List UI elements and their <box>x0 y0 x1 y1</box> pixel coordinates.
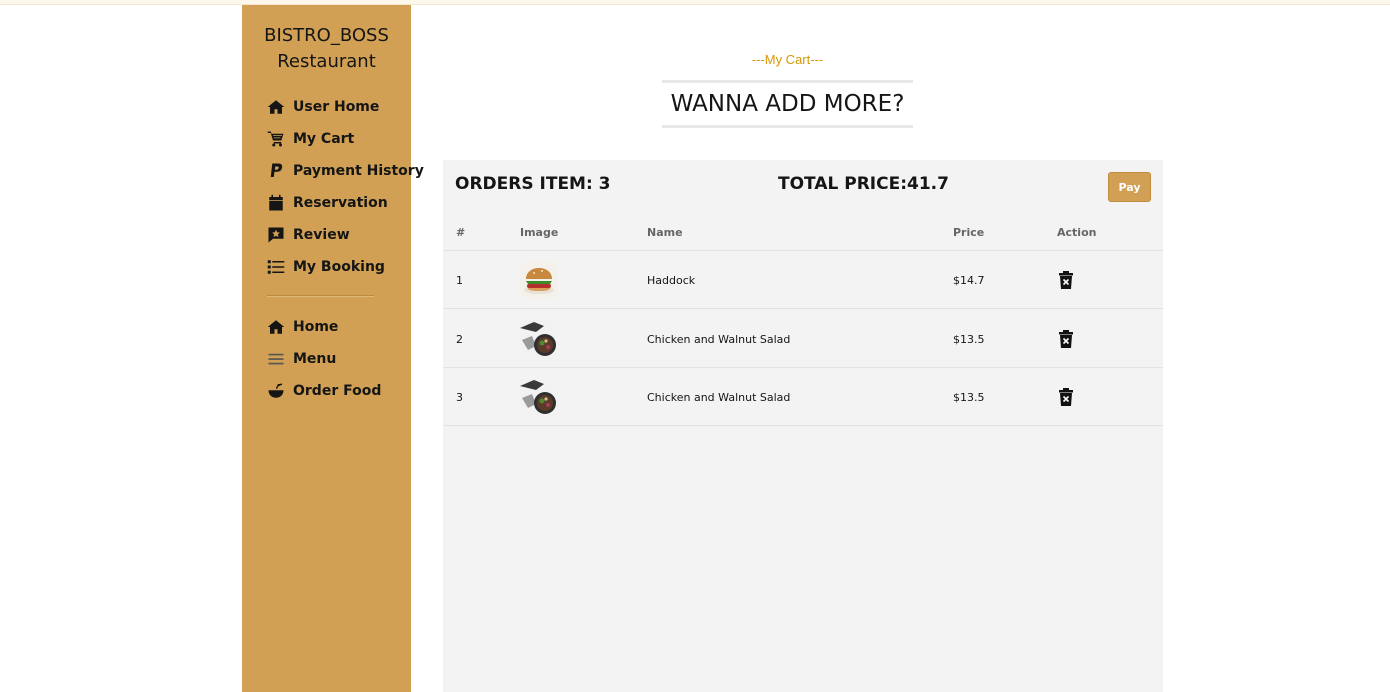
sidebar-item-label: Reservation <box>293 195 388 211</box>
burger-thumbnail <box>520 261 558 299</box>
delete-button[interactable] <box>1058 330 1074 348</box>
column-header-image: Image <box>520 226 559 239</box>
row-name: Chicken and Walnut Salad <box>647 333 791 346</box>
house-icon <box>267 318 285 336</box>
sidebar-item-label: My Booking <box>293 259 385 275</box>
total-price: TOTAL PRICE:41.7 <box>778 174 949 194</box>
top-border <box>0 0 1390 5</box>
brand-name: BISTRO_BOSS <box>264 25 389 46</box>
sidebar-item-label: My Cart <box>293 131 355 147</box>
trash-icon <box>1059 330 1073 348</box>
sidebar: BISTRO_BOSS Restaurant User Home My Cart… <box>242 5 424 692</box>
sidebar-item-my-cart[interactable]: My Cart <box>267 128 354 150</box>
sidebar-item-label: Home <box>293 319 339 335</box>
salad-thumbnail <box>520 320 558 358</box>
column-header-index: # <box>456 226 466 239</box>
cart-icon <box>267 130 285 148</box>
brand-logo: BISTRO_BOSS Restaurant <box>242 23 411 75</box>
delete-button[interactable] <box>1058 271 1074 289</box>
row-index: 3 <box>456 391 463 404</box>
row-price: $13.5 <box>953 333 985 346</box>
table-row: 3 Chicken and Walnut Salad $13.5 <box>443 368 1163 426</box>
row-index: 2 <box>456 333 463 346</box>
menu-icon <box>267 350 285 368</box>
row-name: Haddock <box>647 274 696 287</box>
column-header-name: Name <box>647 226 683 239</box>
bowl-icon <box>267 382 285 400</box>
house-icon <box>267 98 285 116</box>
table-row: 1 Haddock $14.7 <box>443 251 1163 309</box>
trash-icon <box>1059 271 1073 289</box>
table-header: # Image Name Price Action <box>443 220 1163 251</box>
sidebar-item-order-food[interactable]: Order Food <box>267 380 381 402</box>
sidebar-item-home[interactable]: Home <box>267 316 338 338</box>
sidebar-item-menu[interactable]: Menu <box>267 348 336 370</box>
sidebar-item-my-booking[interactable]: My Booking <box>267 256 385 278</box>
sidebar-item-review[interactable]: Review <box>267 224 350 246</box>
section-subtitle: ---My Cart--- <box>751 52 824 67</box>
delete-button[interactable] <box>1058 388 1074 406</box>
pay-button[interactable]: Pay <box>1108 172 1151 202</box>
sidebar-item-label: Payment History <box>293 163 424 179</box>
table-row: 2 Chicken and Walnut Salad $13.5 <box>443 310 1163 368</box>
column-header-action: Action <box>1057 226 1097 239</box>
section-heading-box: WANNA ADD MORE? <box>662 80 913 128</box>
calendar-icon <box>267 194 285 212</box>
orders-count: ORDERS ITEM: 3 <box>455 174 611 194</box>
sidebar-item-label: Review <box>293 227 350 243</box>
row-price: $14.7 <box>953 274 985 287</box>
sidebar-item-label: User Home <box>293 99 380 115</box>
review-icon <box>267 226 285 244</box>
sidebar-item-user-home[interactable]: User Home <box>267 96 379 118</box>
salad-thumbnail <box>520 378 558 416</box>
sidebar-item-label: Order Food <box>293 383 382 399</box>
sidebar-item-reservation[interactable]: Reservation <box>267 192 388 214</box>
sidebar-item-label: Menu <box>293 351 337 367</box>
trash-icon <box>1059 388 1073 406</box>
sidebar-item-payment-history[interactable]: Payment History <box>267 160 424 182</box>
paypal-icon <box>267 162 285 180</box>
row-index: 1 <box>456 274 463 287</box>
row-price: $13.5 <box>953 391 985 404</box>
column-header-price: Price <box>953 226 985 239</box>
cart-panel: ORDERS ITEM: 3 TOTAL PRICE:41.7 Pay # Im… <box>443 160 1163 692</box>
list-icon <box>267 258 285 276</box>
sidebar-divider <box>267 295 374 297</box>
page-title: WANNA ADD MORE? <box>670 91 905 117</box>
row-name: Chicken and Walnut Salad <box>647 391 791 404</box>
brand-subtitle: Restaurant <box>277 51 376 72</box>
